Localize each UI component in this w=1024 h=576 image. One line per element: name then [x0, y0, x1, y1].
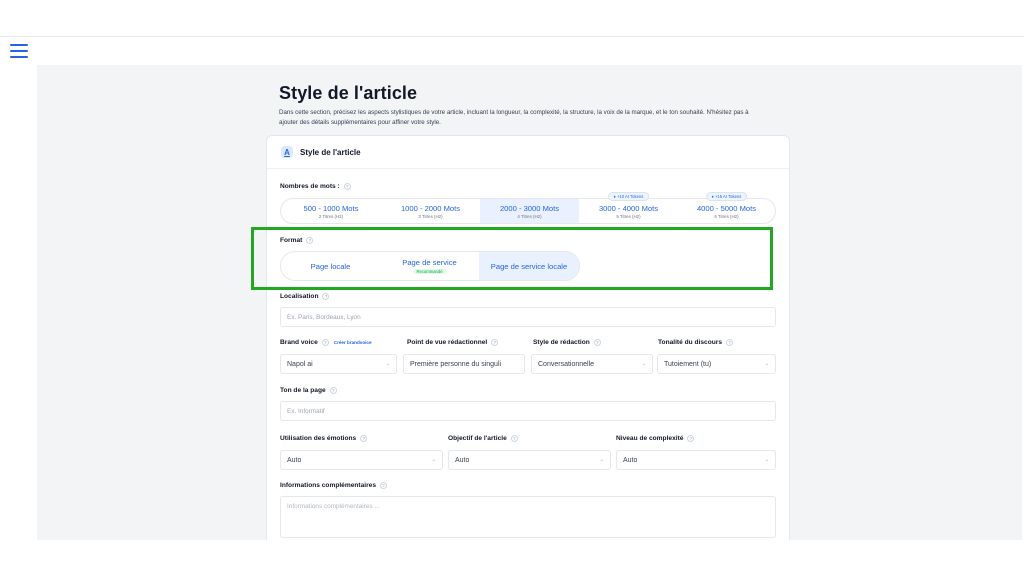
chevron-down-icon: ⌄ [599, 457, 604, 463]
complexity-label: Niveau de complexité? [616, 435, 695, 442]
page-tone-label: Ton de la page? [280, 387, 337, 394]
format-option-page-service-locale[interactable]: Page de service locale [479, 252, 579, 280]
help-icon[interactable]: ? [593, 339, 601, 346]
writing-style-label: Style de rédaction? [533, 339, 601, 346]
word-count-label: Nombres de mots :? [280, 183, 351, 190]
hamburger-icon[interactable] [10, 44, 28, 58]
card-title: Style de l'article [300, 147, 361, 157]
point-of-view-label: Point de vue rédactionnel? [407, 339, 499, 346]
token-badge: ♦ +10 AI Tokens [607, 192, 650, 201]
help-icon[interactable]: ? [360, 435, 368, 442]
format-option-page-locale[interactable]: Page locale [281, 252, 380, 280]
help-icon[interactable]: ? [321, 339, 329, 346]
emotions-label: Utilisation des émotions? [280, 435, 368, 442]
point-of-view-select[interactable]: Première personne du singuli [403, 354, 525, 374]
localisation-label: Localisation? [280, 293, 330, 300]
card-header: A Style de l'article [267, 136, 789, 169]
chevron-down-icon: ⌄ [641, 361, 646, 367]
page-tone-input[interactable]: Ex. Informatif [280, 401, 776, 421]
chevron-down-icon: ⌄ [764, 457, 769, 463]
objective-label: Objectif de l'article? [448, 435, 518, 442]
word-count-selector: 500 - 1000 Mots 2 Titres (H2) 1000 - 200… [280, 192, 776, 224]
help-icon[interactable]: ? [491, 339, 499, 346]
word-option-3000-4000[interactable]: ♦ +10 AI Tokens 3000 - 4000 Mots 5 Titre… [579, 192, 678, 223]
chevron-down-icon: ⌄ [385, 361, 390, 367]
tone-of-speech-label: Tonalité du discours? [658, 339, 733, 346]
tone-of-speech-select[interactable]: Tutoiement (tu) ⌄ [657, 354, 776, 374]
text-style-icon: A [281, 146, 293, 158]
section-header: Style de l'article Dans cette section, p… [279, 83, 779, 128]
word-option-500-1000[interactable]: 500 - 1000 Mots 2 Titres (H2) [281, 199, 381, 223]
chevron-down-icon: ⌄ [764, 361, 769, 367]
word-option-2000-3000[interactable]: 2000 - 3000 Mots 4 Titres (H2) [480, 199, 579, 223]
word-option-4000-5000[interactable]: ♦ +15 AI Tokens 4000 - 5000 Mots 6 Titre… [678, 192, 775, 223]
help-icon[interactable]: ? [322, 293, 330, 300]
page-description: Dans cette section, précisez les aspects… [279, 109, 749, 126]
help-icon[interactable]: ? [329, 387, 337, 394]
emotions-select[interactable]: Auto ⌄ [280, 450, 443, 470]
create-brandvoice-link[interactable]: Créer brandvoice [334, 340, 372, 345]
word-option-1000-2000[interactable]: 1000 - 2000 Mots 3 Titres (H2) [381, 199, 480, 223]
extra-info-textarea[interactable]: Informations complémentaires ... [280, 496, 776, 538]
top-bar [0, 0, 1024, 37]
objective-select[interactable]: Auto ⌄ [448, 450, 611, 470]
complexity-select[interactable]: Auto ⌄ [616, 450, 776, 470]
help-icon[interactable]: ? [726, 339, 733, 346]
help-icon[interactable]: ? [306, 237, 314, 244]
help-icon[interactable]: ? [510, 435, 518, 442]
chevron-down-icon: ⌄ [431, 457, 436, 463]
help-icon[interactable]: ? [380, 482, 387, 489]
format-label: Format? [280, 237, 314, 244]
format-selector: Page locale Page de service Recommandé P… [280, 251, 580, 281]
localisation-input[interactable]: Ex. Paris, Bordeaux, Lyon [280, 307, 776, 327]
brand-voice-select[interactable]: Napol ai ⌄ [280, 354, 397, 374]
writing-style-select[interactable]: Conversationnelle ⌄ [531, 354, 653, 374]
help-icon[interactable]: ? [687, 435, 695, 442]
token-badge: ♦ +15 AI Tokens [705, 192, 748, 201]
page-title: Style de l'article [279, 83, 418, 103]
format-option-page-service[interactable]: Page de service Recommandé [380, 252, 479, 280]
help-icon[interactable]: ? [343, 183, 351, 190]
recommended-badge: Recommandé [413, 269, 446, 274]
main-canvas: Style de l'article Dans cette section, p… [37, 65, 1022, 540]
extra-info-label: Informations complémentaires? [280, 482, 387, 489]
brand-voice-label: Brand voice? Créer brandvoice [280, 339, 372, 346]
style-card: A Style de l'article Nombres de mots :? … [266, 135, 790, 540]
